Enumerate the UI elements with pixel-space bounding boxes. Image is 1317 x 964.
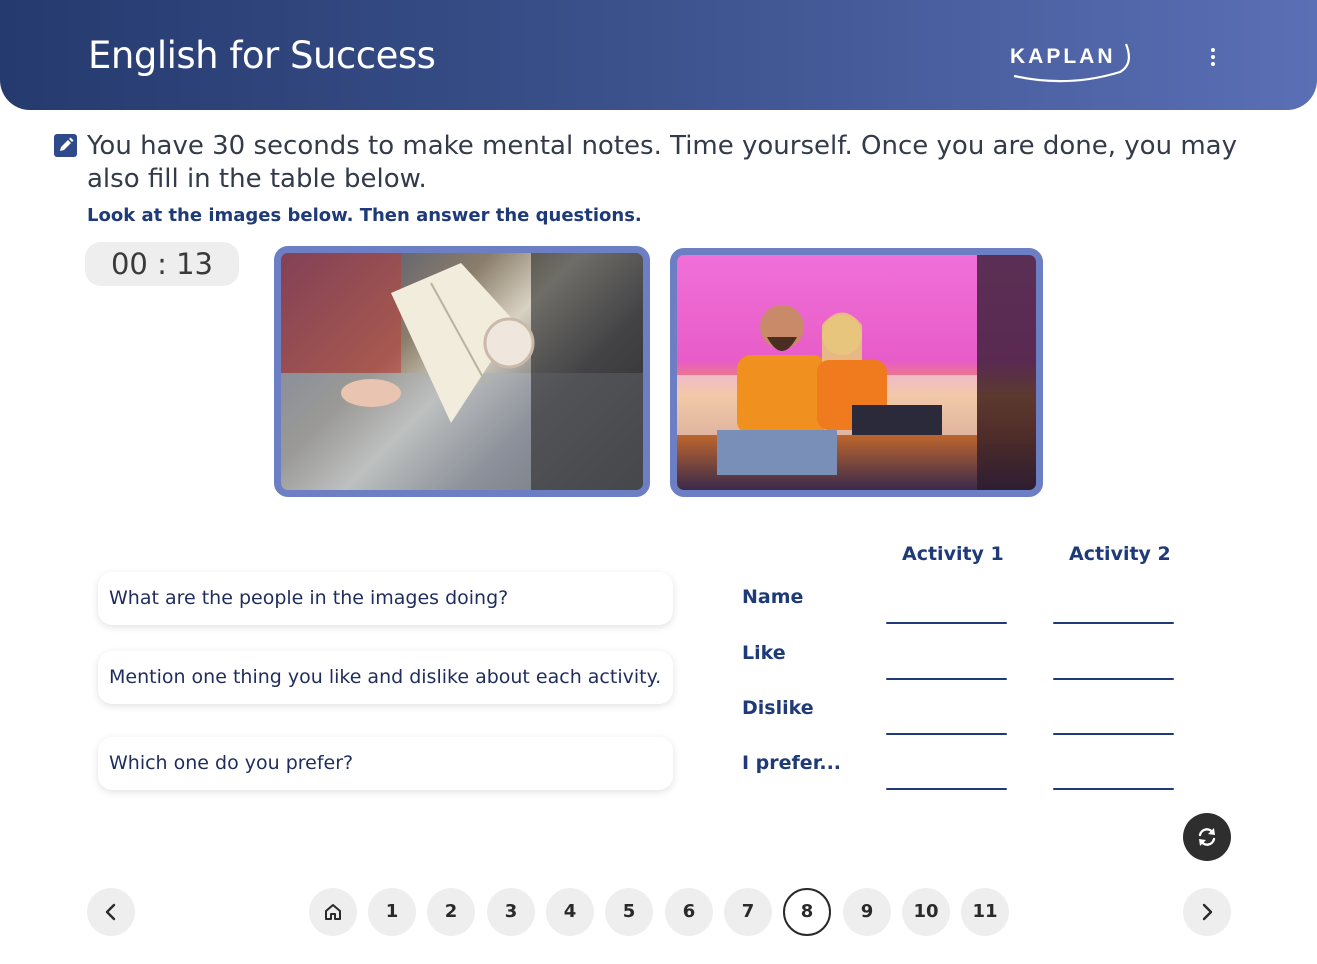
app-header: English for Success KAPLAN [0, 0, 1317, 110]
page-button-5[interactable]: 5 [605, 888, 653, 936]
blank-name-activity-1[interactable] [886, 622, 1007, 624]
row-label-like: Like [742, 642, 786, 664]
gaming-photo [670, 248, 1043, 497]
kebab-menu-icon[interactable] [1203, 48, 1223, 72]
question-1: What are the people in the images doing? [98, 572, 673, 625]
page-button-11[interactable]: 11 [961, 888, 1009, 936]
next-page-button[interactable] [1183, 888, 1231, 936]
blank-name-activity-2[interactable] [1053, 622, 1174, 624]
page-button-9[interactable]: 9 [843, 888, 891, 936]
prev-page-button[interactable] [87, 888, 135, 936]
question-2: Mention one thing you like and dislike a… [98, 651, 673, 704]
blank-like-activity-1[interactable] [886, 678, 1007, 680]
page-button-6[interactable]: 6 [665, 888, 713, 936]
page-button-7[interactable]: 7 [724, 888, 772, 936]
chevron-right-icon [1202, 903, 1213, 921]
timer-display: 00 : 13 [85, 242, 239, 286]
home-icon [325, 904, 341, 920]
row-label-name: Name [742, 586, 804, 608]
logo-swoosh [1013, 43, 1131, 83]
blank-dislike-activity-1[interactable] [886, 733, 1007, 735]
page-button-2[interactable]: 2 [427, 888, 475, 936]
row-label-prefer: I prefer... [742, 752, 842, 774]
app-title: English for Success [88, 34, 436, 77]
row-label-dislike: Dislike [742, 697, 814, 719]
page-button-10[interactable]: 10 [902, 888, 950, 936]
blank-like-activity-2[interactable] [1053, 678, 1174, 680]
column-header-activity-2: Activity 2 [1069, 543, 1171, 565]
task-subinstruction: Look at the images below. Then answer th… [87, 205, 642, 226]
blank-prefer-activity-1[interactable] [886, 788, 1007, 790]
page-button-8-current[interactable]: 8 [783, 888, 831, 936]
blank-prefer-activity-2[interactable] [1053, 788, 1174, 790]
question-3: Which one do you prefer? [98, 737, 673, 790]
page-button-3[interactable]: 3 [487, 888, 535, 936]
chevron-left-icon [105, 903, 116, 921]
edit-icon [54, 134, 77, 157]
task-instruction: You have 30 seconds to make mental notes… [87, 131, 1237, 194]
refresh-button[interactable] [1183, 813, 1231, 861]
refresh-icon [1198, 828, 1216, 846]
page-button-1[interactable]: 1 [368, 888, 416, 936]
home-button[interactable] [309, 888, 357, 936]
reading-photo [274, 246, 650, 497]
column-header-activity-1: Activity 1 [902, 543, 1004, 565]
blank-dislike-activity-2[interactable] [1053, 733, 1174, 735]
page-button-4[interactable]: 4 [546, 888, 594, 936]
kaplan-logo: KAPLAN [1008, 38, 1136, 86]
